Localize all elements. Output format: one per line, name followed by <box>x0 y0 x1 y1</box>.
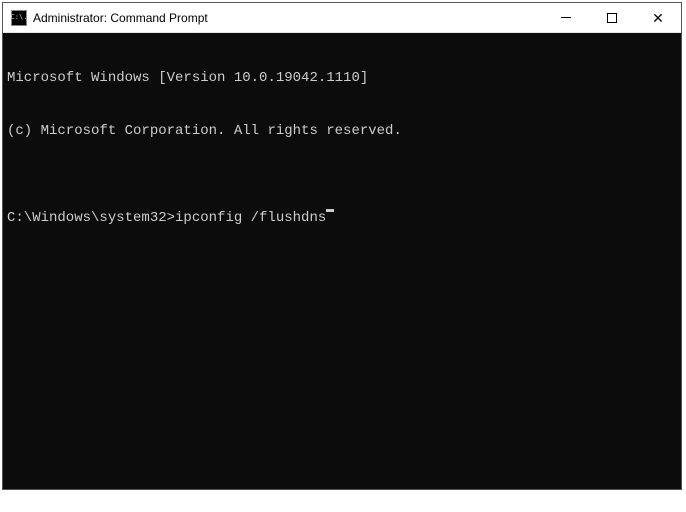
terminal-output-line: (c) Microsoft Corporation. All rights re… <box>7 123 677 141</box>
terminal-output-line: Microsoft Windows [Version 10.0.19042.11… <box>7 70 677 88</box>
command-prompt-window: C:\. Administrator: Command Prompt ✕ Mic… <box>2 2 682 490</box>
cursor-icon <box>326 209 334 212</box>
maximize-button[interactable] <box>589 3 635 32</box>
minimize-button[interactable] <box>543 3 589 32</box>
terminal-command: ipconfig /flushdns <box>175 210 326 228</box>
app-icon: C:\. <box>11 10 27 26</box>
terminal-prompt-line: C:\Windows\system32>ipconfig /flushdns <box>7 210 677 228</box>
maximize-icon <box>607 13 617 23</box>
terminal-prompt: C:\Windows\system32> <box>7 210 175 228</box>
close-icon: ✕ <box>652 11 664 25</box>
app-icon-glyph: C:\. <box>11 14 28 21</box>
terminal-area[interactable]: Microsoft Windows [Version 10.0.19042.11… <box>3 33 681 489</box>
minimize-icon <box>561 17 571 18</box>
window-controls: ✕ <box>543 3 681 32</box>
close-button[interactable]: ✕ <box>635 3 681 32</box>
titlebar[interactable]: C:\. Administrator: Command Prompt ✕ <box>3 3 681 33</box>
window-title: Administrator: Command Prompt <box>33 11 543 25</box>
